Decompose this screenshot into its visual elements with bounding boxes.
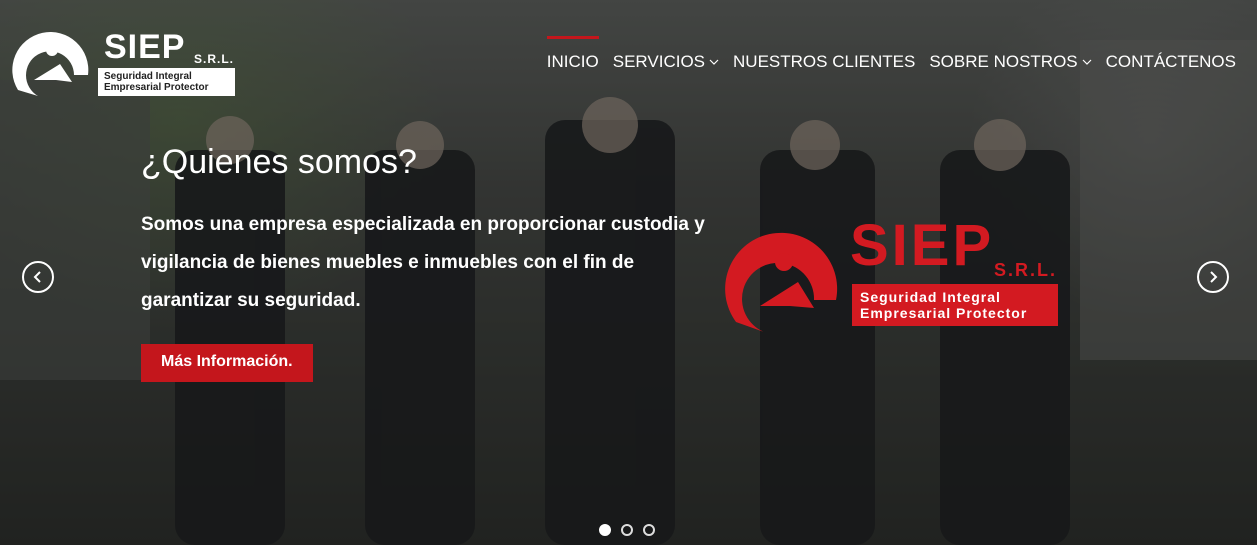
chevron-down-icon xyxy=(709,59,719,65)
logo-tagline: Seguridad Integral Empresarial Protector xyxy=(98,68,235,96)
hero-brand-tagline-line-2: Empresarial Protector xyxy=(860,305,1028,321)
logo-suffix: S.R.L. xyxy=(194,52,235,66)
carousel-next-button[interactable] xyxy=(1197,261,1229,293)
logo-tagline-line-1: Seguridad Integral xyxy=(104,71,192,82)
carousel-dot-3[interactable] xyxy=(643,524,655,536)
hero-slider: SIEP S.R.L. Seguridad Integral Empresari… xyxy=(0,0,1257,545)
nav-item-label: SOBRE NOSTROS xyxy=(929,52,1078,71)
nav-item-label: SERVICIOS xyxy=(612,52,706,71)
nav-item-inicio[interactable]: INICIO xyxy=(540,0,606,124)
chevron-right-icon xyxy=(1210,271,1218,283)
carousel-prev-button[interactable] xyxy=(22,261,54,293)
carousel-dot-1[interactable] xyxy=(599,524,611,536)
main-navigation: INICIO SERVICIOS NUESTROS CLIENTES SOBRE… xyxy=(540,0,1243,100)
nav-item-nuestros-clientes[interactable]: NUESTROS CLIENTES xyxy=(726,0,922,124)
hero-content: ¿Quienes somos? Somos una empresa especi… xyxy=(141,140,721,382)
site-logo[interactable]: SIEP S.R.L. Seguridad Integral Empresari… xyxy=(8,20,243,110)
nav-item-label: NUESTROS CLIENTES xyxy=(733,52,916,71)
helmet-logo-icon xyxy=(12,32,89,96)
hero-brand-suffix: S.R.L. xyxy=(994,260,1058,280)
nav-item-label: CONTÁCTENOS xyxy=(1105,52,1236,71)
hero-description: Somos una empresa especializada en propo… xyxy=(141,214,705,311)
nav-item-label: INICIO xyxy=(546,52,599,71)
nav-item-contactenos[interactable]: CONTÁCTENOS xyxy=(1099,0,1243,124)
more-info-button[interactable]: Más Información. xyxy=(141,344,313,382)
logo-tagline-line-2: Empresarial Protector xyxy=(104,82,209,93)
carousel-dot-2[interactable] xyxy=(621,524,633,536)
hero-title: ¿Quienes somos? xyxy=(141,143,417,181)
helmet-logo-icon xyxy=(725,232,838,332)
nav-item-sobre-nostros[interactable]: SOBRE NOSTROS xyxy=(922,0,1098,124)
hero-brand-tagline-line-1: Seguridad Integral xyxy=(860,289,1001,305)
hero-brand-tagline: Seguridad Integral Empresarial Protector xyxy=(852,284,1058,326)
carousel-dots xyxy=(599,524,655,536)
hero-brand-logo: SIEP S.R.L. Seguridad Integral Empresari… xyxy=(722,214,1062,344)
nav-item-servicios[interactable]: SERVICIOS xyxy=(606,0,726,124)
logo-wordmark: SIEP xyxy=(104,28,186,66)
chevron-down-icon xyxy=(1082,59,1092,65)
hero-brand-wordmark: SIEP xyxy=(850,213,995,278)
chevron-left-icon xyxy=(33,271,41,283)
